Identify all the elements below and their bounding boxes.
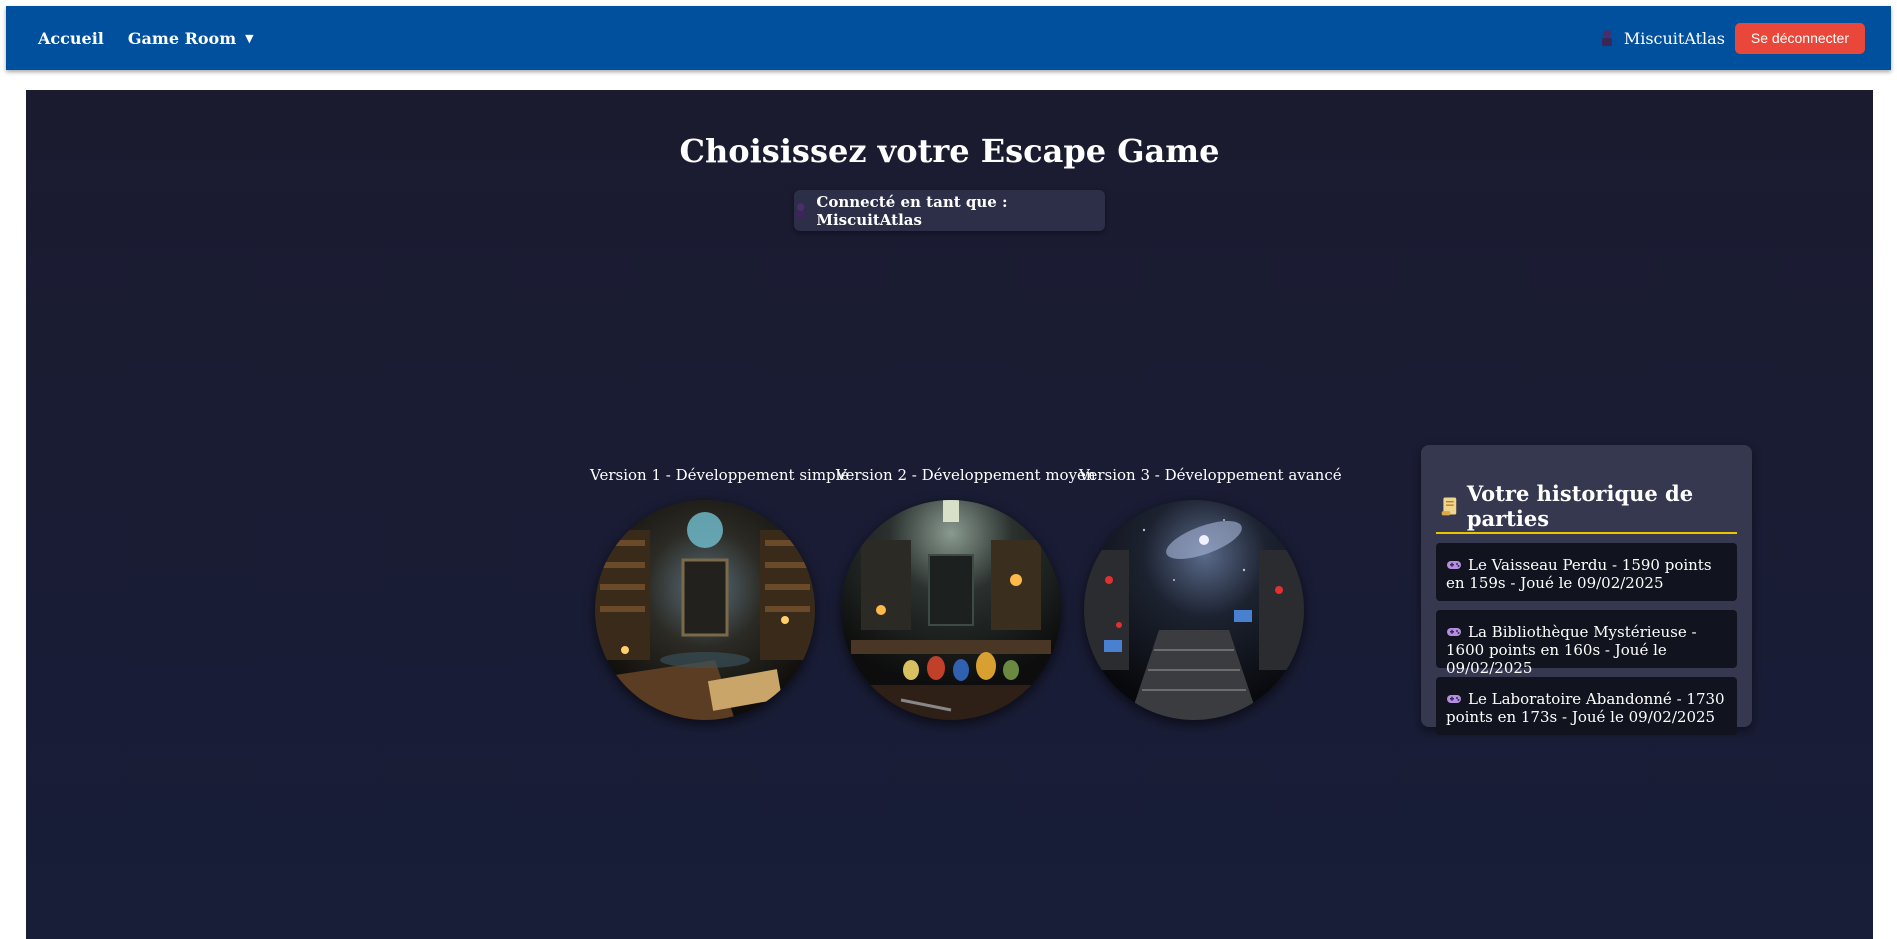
gamepad-icon [1447,628,1461,636]
gamepad-icon [1447,695,1461,703]
history-item: Le Vaisseau Perdu - 1590 points en 159s … [1436,543,1737,601]
nav-username: MiscuitAtlas [1623,28,1725,48]
connected-as-text: Connecté en tant que : MiscuitAtlas [816,192,1008,229]
game-card-version-3[interactable]: Version 3 - Développement avancé [1079,466,1342,720]
nav-user-area: MiscuitAtlas [1600,29,1725,48]
nav-game-room-label: Game Room [127,28,237,48]
library-scene-image[interactable] [595,500,815,720]
page-title: Choisissez votre Escape Game [679,132,1220,170]
scroll-icon [1441,497,1457,516]
history-panel: Votre historique de parties Le Vaisseau … [1421,445,1752,735]
game-card-version-1[interactable]: Version 1 - Développement simple [590,466,850,720]
gamepad-icon [1447,561,1461,569]
user-icon [795,202,806,219]
game-label: Version 1 - Développement simple [590,466,850,484]
top-navbar: Accueil Game Room ▼ MiscuitAtlas Se déco… [6,6,1891,70]
history-item: Le Laboratoire Abandonné - 1730 points e… [1436,677,1737,735]
nav-home-link[interactable]: Accueil [38,29,104,48]
connected-user-badge: Connecté en tant que : MiscuitAtlas [794,190,1105,231]
logout-button[interactable]: Se déconnecter [1734,22,1865,54]
history-item-text: La Bibliothèque Mystérieuse - 1600 point… [1446,623,1697,677]
spaceship-scene-image[interactable] [1084,500,1304,720]
game-label: Version 3 - Développement avancé [1079,466,1342,484]
game-label: Version 2 - Développement moyen [836,466,1096,484]
user-icon [1601,30,1612,46]
history-item-text: Le Vaisseau Perdu - 1590 points en 159s … [1446,556,1712,592]
history-title: Votre historique de parties [1436,481,1737,534]
laboratory-scene-image[interactable] [841,500,1061,720]
main-content: Choisissez votre Escape Game Connecté en… [26,90,1873,939]
history-title-text: Votre historique de parties [1466,481,1694,531]
game-card-version-2[interactable]: Version 2 - Développement moyen [836,466,1096,720]
chevron-down-icon: ▼ [245,31,254,45]
history-item: La Bibliothèque Mystérieuse - 1600 point… [1436,610,1737,677]
nav-game-room-dropdown[interactable]: Game Room ▼ [128,29,254,48]
history-item-text: Le Laboratoire Abandonné - 1730 points e… [1446,690,1725,726]
